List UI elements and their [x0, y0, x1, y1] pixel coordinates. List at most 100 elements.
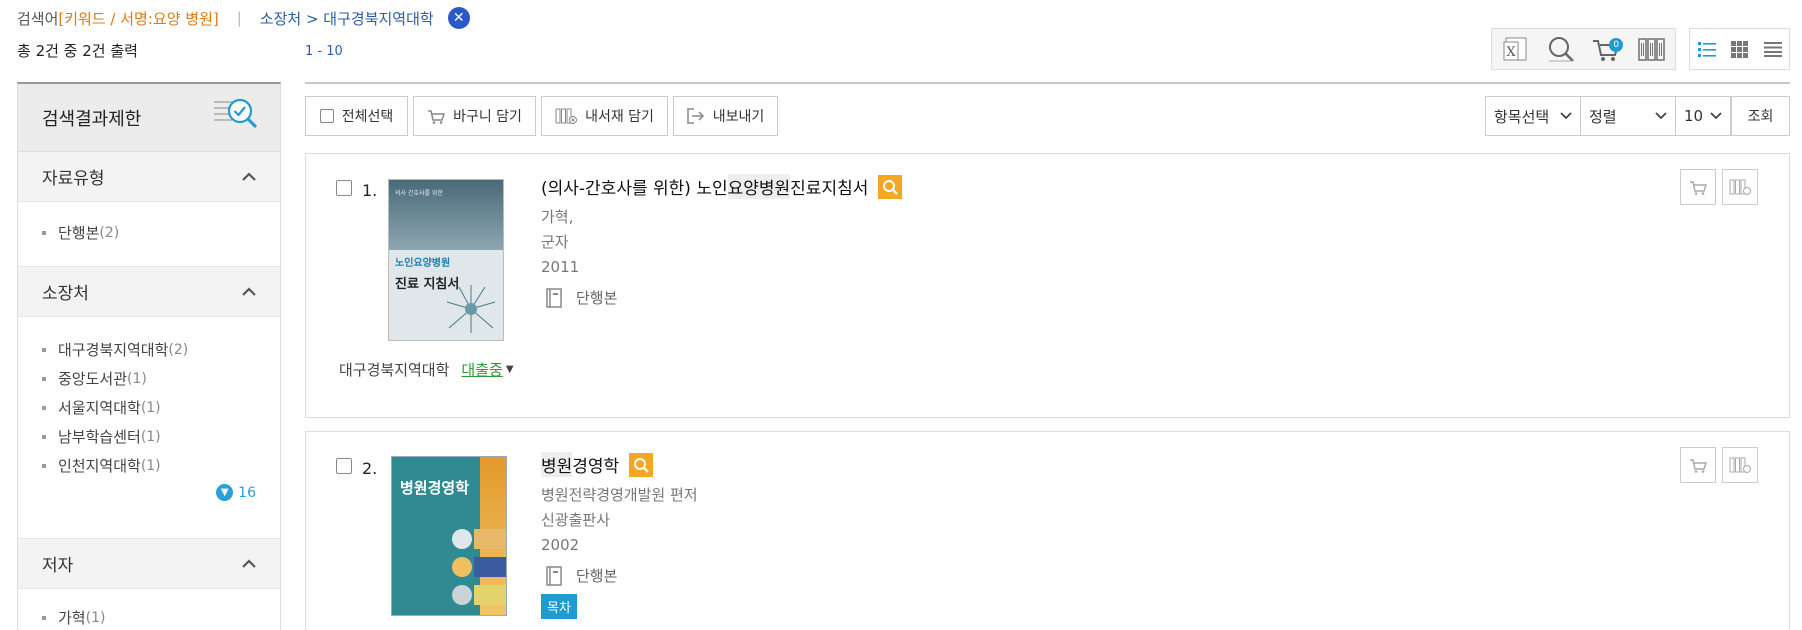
facet-item-label: 인천지역대학 — [58, 457, 141, 475]
search-submit-label: 조회 — [1747, 109, 1774, 125]
facet-item-count: (1) — [140, 428, 161, 445]
facet-item-count: (1) — [140, 399, 161, 416]
magnifier-icon — [634, 457, 650, 473]
select-all-label: 전체선택 — [341, 109, 394, 125]
page-size-dropdown[interactable]: 10 — [1675, 96, 1731, 136]
cart-icon — [427, 108, 446, 124]
facet-item[interactable]: 남부학습센터 (1) — [42, 422, 256, 451]
cover-title-1: 노인요양병원 — [395, 258, 451, 269]
result-author: 가혁, — [541, 208, 574, 226]
facet-more-count: 16 — [238, 484, 256, 501]
book-icon — [546, 287, 562, 308]
result-number: 2. — [362, 459, 378, 478]
book-cover[interactable]: 의사 간호사를 위한 노인요양병원 진료 지침서 — [388, 179, 504, 341]
excel-icon: X — [1503, 37, 1527, 61]
facet-header-location[interactable]: 소장처 — [18, 267, 280, 317]
bullet-icon — [42, 405, 46, 410]
search-summary: 검색어 [키워드 / 서명:요양 병원] | 소장처 > 대구경북지역대학 ✕ — [17, 6, 470, 30]
bullet-icon — [42, 615, 46, 620]
loan-status-link[interactable]: 대출중 — [461, 359, 502, 380]
facet-item-label: 서울지역대학 — [58, 399, 141, 417]
chevron-down-icon — [1710, 112, 1722, 120]
cart-button[interactable]: 0 — [1584, 29, 1630, 69]
result-number: 1. — [362, 181, 378, 200]
facet-item-label: 단행본 — [58, 224, 100, 242]
cover-photo: 의사 간호사를 위한 — [389, 180, 503, 250]
facet-header-type[interactable]: 자료유형 — [18, 152, 280, 202]
excel-export-button[interactable]: X — [1492, 29, 1538, 69]
preview-search-button[interactable] — [629, 452, 654, 477]
chevron-up-icon — [242, 172, 256, 181]
facet-item[interactable]: 서울지역대학 (1) — [42, 393, 256, 422]
facet-item-count: (1) — [85, 609, 106, 626]
result-publisher: 신광출판사 — [541, 511, 611, 529]
list-icon — [1763, 42, 1782, 57]
result-checkbox[interactable] — [336, 180, 352, 196]
magnifier-icon — [883, 179, 899, 195]
svg-text:X: X — [1506, 45, 1516, 60]
sort-dropdown[interactable]: 정렬 — [1580, 96, 1676, 136]
simple-list-view-button[interactable] — [1756, 29, 1789, 69]
facet-item[interactable]: 단행본 (2) — [42, 218, 256, 247]
list-detail-view-button[interactable] — [1690, 29, 1723, 69]
caret-down-icon: ▼ — [505, 364, 514, 375]
result-year: 2011 — [541, 258, 580, 276]
facet-item[interactable]: 중앙도서관 (1) — [42, 364, 256, 393]
search-submit-button[interactable]: 조회 — [1731, 96, 1790, 136]
my-shelf-button[interactable] — [1629, 29, 1675, 69]
facet-item-count: (1) — [127, 370, 147, 387]
field-select-dropdown[interactable]: 항목선택 — [1485, 96, 1581, 136]
sidebar-title: 검색결과제한 — [42, 108, 142, 130]
facet-more-button[interactable]: ▼ 16 — [42, 480, 256, 501]
facet-item[interactable]: 가혁 (1) — [42, 603, 256, 630]
add-to-cart-label: 바구니 담기 — [453, 109, 522, 125]
item-cart-button[interactable] — [1680, 169, 1716, 205]
grid-icon — [1731, 40, 1748, 58]
checkbox-icon — [319, 109, 334, 123]
holding-info: 대구경북지역대학 대출중 ▼ — [339, 359, 514, 380]
facet-item-count: (2) — [99, 224, 120, 241]
sort-value: 정렬 — [1589, 107, 1617, 126]
result-format: 단행본 — [546, 287, 617, 308]
list-detail-icon — [1697, 42, 1716, 57]
facet-item-label: 남부학습센터 — [58, 428, 141, 446]
cart-icon — [1690, 181, 1707, 195]
result-title[interactable]: (의사-간호사를 위한) 노인 요양병원 진료지침서 — [541, 174, 903, 199]
facet-item-label: 중앙도서관 — [58, 370, 128, 388]
cart-icon — [1690, 459, 1707, 473]
magnifier-icon — [1548, 37, 1574, 62]
title-highlight: 병원 — [541, 452, 573, 477]
add-to-cart-button[interactable]: 바구니 담기 — [413, 96, 536, 136]
result-title[interactable]: 병원 경영학 — [541, 452, 654, 477]
search-tool-button[interactable] — [1538, 29, 1584, 69]
export-button[interactable]: 내보내기 — [673, 96, 778, 136]
view-toggle-group — [1689, 28, 1790, 70]
select-all-button[interactable]: 전체선택 — [305, 96, 408, 136]
chevron-down-icon: ▼ — [216, 484, 234, 501]
preview-search-button[interactable] — [878, 174, 903, 199]
title-text: 진료지침서 — [790, 179, 869, 199]
result-publisher: 군자 — [541, 233, 569, 251]
item-shelf-button[interactable] — [1722, 169, 1758, 205]
result-count: 총 2건 중 2건 출력 — [17, 42, 138, 60]
bullet-icon — [42, 347, 46, 352]
facet-header-author[interactable]: 저자 — [18, 539, 280, 589]
add-to-shelf-button[interactable]: 내서재 담기 — [541, 96, 668, 136]
shelf-add-icon — [1729, 179, 1751, 195]
item-cart-button[interactable] — [1680, 447, 1716, 483]
toc-button[interactable]: 목차 — [541, 594, 577, 619]
result-checkbox[interactable] — [336, 458, 352, 474]
facet-title: 저자 — [42, 556, 74, 576]
grid-view-button[interactable] — [1723, 29, 1756, 69]
book-cover[interactable]: 병원경영학 — [391, 456, 507, 616]
shelf-add-icon — [1729, 457, 1751, 473]
facet-item[interactable]: 대구경북지역대학 (2) — [42, 335, 256, 364]
cover-illustration — [452, 529, 506, 605]
cover-subtitle: 의사 간호사를 위한 — [395, 190, 443, 197]
facet-item[interactable]: 인천지역대학 (1) — [42, 451, 256, 480]
item-shelf-button[interactable] — [1722, 447, 1758, 483]
facet-item-label: 대구경북지역대학 — [58, 341, 169, 359]
bookshelf-icon — [1638, 38, 1665, 61]
shelf-add-icon — [555, 108, 578, 124]
clear-filter-button[interactable]: ✕ — [447, 7, 470, 29]
